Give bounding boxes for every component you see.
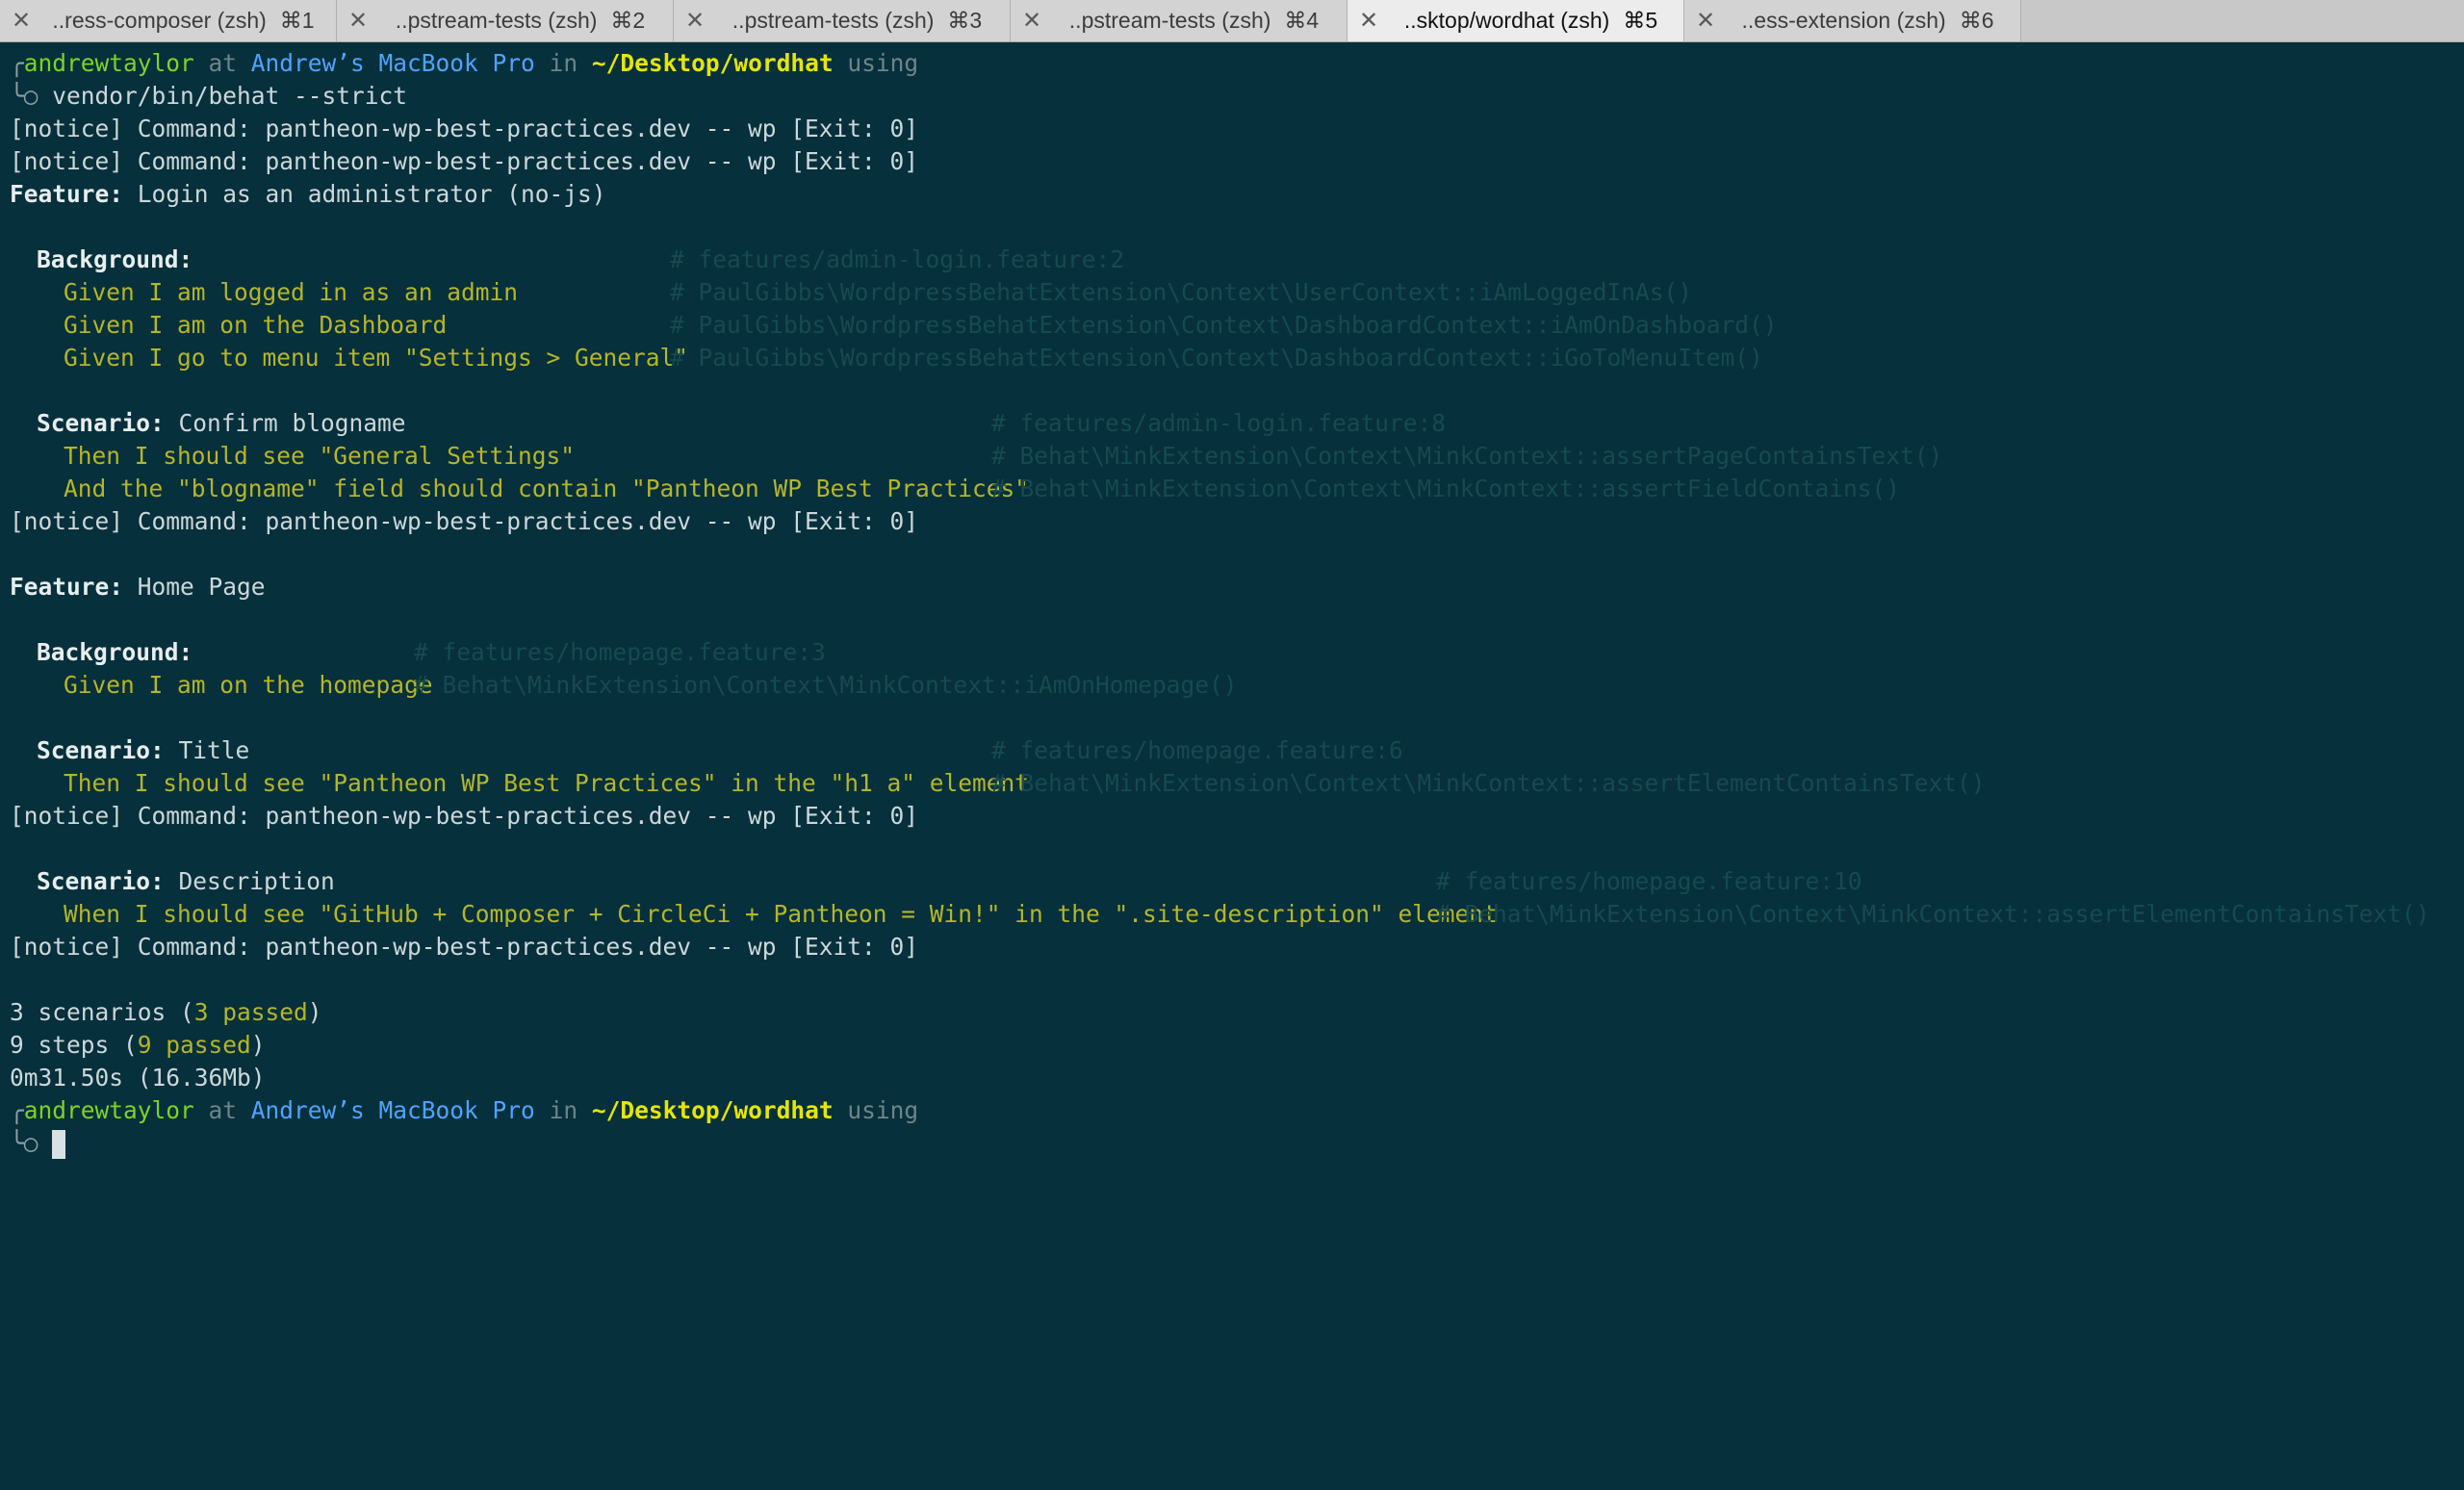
prompt-line: ╭andrewtaylor at Andrew’s MacBook Pro in…	[10, 49, 919, 77]
notice-line: [notice] Command: pantheon-wp-best-pract…	[10, 147, 919, 175]
prompt-line: ╭andrewtaylor at Andrew’s MacBook Pro in…	[10, 1096, 919, 1124]
background-heading: Background:	[37, 245, 193, 273]
terminal-output[interactable]: ╭andrewtaylor at Andrew’s MacBook Pro in…	[0, 44, 2464, 1490]
close-icon[interactable]: ✕	[337, 7, 379, 35]
tab-label: ..ess-extension (zsh) ⌘6	[1741, 8, 1994, 33]
close-icon[interactable]: ✕	[1348, 7, 1390, 35]
tab-1[interactable]: ✕ ..ress-composer (zsh) ⌘1	[0, 0, 337, 41]
close-icon[interactable]: ✕	[0, 7, 42, 35]
close-icon[interactable]: ✕	[674, 7, 716, 35]
background-heading: Background:	[37, 638, 193, 666]
step-comment: # Behat\MinkExtension\Context\MinkContex…	[1436, 900, 2430, 928]
feature-heading: Feature: Home Page	[10, 573, 266, 601]
step-comment: # features/admin-login.feature:8	[991, 409, 1447, 437]
step-comment: # Behat\MinkExtension\Context\MinkContex…	[414, 671, 1238, 699]
step-comment: # Behat\MinkExtension\Context\MinkContex…	[991, 769, 1986, 797]
tab-label: ..pstream-tests (zsh) ⌘4	[1068, 8, 1320, 33]
step-comment: # PaulGibbs\WordpressBehatExtension\Cont…	[670, 311, 1778, 339]
tab-2[interactable]: ✕ ..pstream-tests (zsh) ⌘2	[337, 0, 674, 41]
summary-steps: 9 steps (9 passed)	[10, 1031, 266, 1059]
text-cursor	[52, 1130, 66, 1159]
step-comment: # features/homepage.feature:3	[414, 638, 826, 666]
step-line: And the "blogname" field should contain …	[64, 475, 1030, 502]
step-line: When I should see "GitHub + Composer + C…	[64, 900, 1498, 928]
step-line: Then I should see "Pantheon WP Best Prac…	[64, 769, 1030, 797]
tab-3[interactable]: ✕ ..pstream-tests (zsh) ⌘3	[674, 0, 1011, 41]
step-comment: # Behat\MinkExtension\Context\MinkContex…	[991, 475, 1901, 502]
command-line[interactable]: ╰○	[10, 1127, 66, 1160]
summary-time: 0m31.50s (16.36Mb)	[10, 1064, 266, 1092]
step-line: Given I am logged in as an admin	[64, 278, 519, 306]
scenario-heading: Scenario: Description	[37, 867, 335, 895]
step-comment: # features/homepage.feature:10	[1436, 867, 1862, 895]
step-line: Given I am on the homepage	[64, 671, 433, 699]
tab-label: ..sktop/wordhat (zsh) ⌘5	[1403, 8, 1658, 33]
step-line: Given I am on the Dashboard	[64, 311, 448, 339]
notice-line: [notice] Command: pantheon-wp-best-pract…	[10, 802, 919, 830]
step-line: Given I go to menu item "Settings > Gene…	[64, 344, 689, 372]
notice-line: [notice] Command: pantheon-wp-best-pract…	[10, 507, 919, 535]
step-comment: # Behat\MinkExtension\Context\MinkContex…	[991, 442, 1943, 470]
step-comment: # PaulGibbs\WordpressBehatExtension\Cont…	[670, 344, 1763, 372]
tab-bar: ✕ ..ress-composer (zsh) ⌘1 ✕ ..pstream-te…	[0, 0, 2464, 42]
scenario-heading: Scenario: Title	[37, 736, 250, 764]
close-icon[interactable]: ✕	[1011, 7, 1053, 35]
step-comment: # PaulGibbs\WordpressBehatExtension\Cont…	[670, 278, 1693, 306]
tab-bar-filler	[2021, 0, 2464, 41]
tab-6[interactable]: ✕ ..ess-extension (zsh) ⌘6	[1684, 0, 2021, 41]
tab-4[interactable]: ✕ ..pstream-tests (zsh) ⌘4	[1011, 0, 1348, 41]
tab-5-active[interactable]: ✕ ..sktop/wordhat (zsh) ⌘5	[1348, 0, 1684, 41]
feature-heading: Feature: Login as an administrator (no-j…	[10, 180, 606, 208]
tab-label: ..pstream-tests (zsh) ⌘3	[732, 8, 983, 33]
step-comment: # features/homepage.feature:6	[991, 736, 1403, 764]
command-line: ╰○ vendor/bin/behat --strict	[10, 82, 408, 110]
step-line: Then I should see "General Settings"	[64, 442, 576, 470]
close-icon[interactable]: ✕	[1684, 7, 1727, 35]
notice-line: [notice] Command: pantheon-wp-best-pract…	[10, 115, 919, 142]
tab-label: ..pstream-tests (zsh) ⌘2	[395, 8, 646, 33]
notice-line: [notice] Command: pantheon-wp-best-pract…	[10, 933, 919, 961]
scenario-heading: Scenario: Confirm blogname	[37, 409, 406, 437]
summary-scenarios: 3 scenarios (3 passed)	[10, 998, 322, 1026]
tab-label: ..ress-composer (zsh) ⌘1	[52, 8, 315, 33]
step-comment: # features/admin-login.feature:2	[670, 245, 1125, 273]
